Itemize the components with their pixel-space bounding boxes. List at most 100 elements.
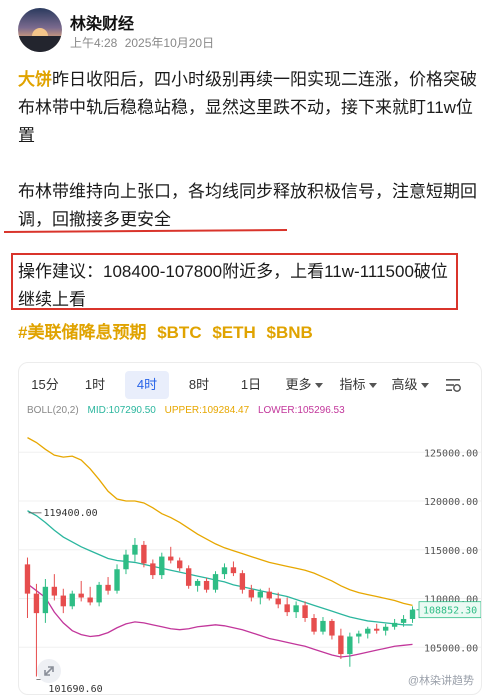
candlestick-chart[interactable]: 125000.00120000.00115000.00110000.001050…	[19, 423, 482, 695]
candle-body	[203, 580, 210, 590]
candle	[212, 571, 219, 593]
candle	[132, 538, 138, 562]
candle	[141, 540, 147, 568]
candle-body	[365, 628, 371, 634]
candle-body	[248, 589, 255, 598]
cashtag-bnb[interactable]: $BNB	[267, 323, 313, 342]
avatar[interactable]	[18, 8, 62, 52]
chevron-down-icon	[420, 383, 429, 389]
candle	[293, 601, 299, 618]
candle-body	[96, 584, 102, 603]
boll-upper-value: UPPER:109284.47	[164, 405, 250, 416]
boll-lower-value: LOWER:105296.53	[257, 405, 345, 416]
candle	[69, 590, 75, 610]
candle-body	[150, 563, 156, 576]
watermark: @林染讲趋势	[404, 672, 477, 688]
tab-indicators-label: 指标	[339, 377, 366, 392]
paragraph-1-text: 昨日收阳后，四小时级别再续一阳实现二连涨，价格突破布林带中轨后稳稳站稳，显然这里…	[18, 70, 477, 145]
candle	[96, 581, 102, 607]
expand-icon[interactable]	[37, 659, 61, 683]
chevron-down-icon	[368, 383, 377, 389]
candle	[284, 597, 290, 617]
trading-advice: 操作建议：108400-107800附近多，上看11w-111500破位继续上看	[18, 262, 448, 309]
tab-more-label: 更多	[285, 377, 312, 392]
post-header: 林染财经 上午4:28 2025年10月20日	[18, 8, 488, 54]
post-paragraph-2: 布林带维持向上张口，各均线同步释放积极信号，注意短期回调，回撤接多更安全	[18, 182, 477, 229]
price-annotations: 108852.30 119400.00 101690.60	[28, 508, 481, 695]
tab-8h[interactable]: 8时	[179, 371, 219, 399]
cashtag-eth[interactable]: $ETH	[212, 323, 255, 342]
tab-4h[interactable]: 4时	[125, 371, 169, 399]
candle-body	[374, 628, 380, 631]
hashtag-row: #美联储降息预期 $BTC $ETH $BNB	[18, 318, 319, 343]
candle	[159, 552, 165, 579]
tab-more[interactable]: 更多	[281, 371, 327, 399]
candle-body	[51, 586, 58, 596]
candle-body	[60, 595, 66, 607]
candle	[302, 601, 308, 622]
candle-body	[105, 584, 111, 591]
post-date: 2025年10月20日	[124, 36, 215, 50]
candle	[24, 557, 31, 618]
candle-body	[266, 591, 272, 599]
tab-indicators[interactable]: 指标	[335, 371, 381, 399]
candle-body	[302, 605, 308, 618]
candle-body	[87, 597, 93, 603]
candle	[391, 618, 398, 630]
chart-settings-icon[interactable]	[445, 377, 461, 393]
candle-body	[311, 618, 317, 632]
candle-body	[400, 618, 407, 623]
candle-body	[239, 573, 246, 590]
candle-body	[320, 620, 326, 632]
tab-advanced[interactable]: 高级	[387, 371, 433, 399]
candle-body	[194, 580, 201, 586]
price-tick-label: 115000.00	[424, 546, 478, 557]
candle	[150, 559, 156, 579]
candle-body	[69, 593, 75, 607]
candle	[365, 626, 371, 639]
candle	[87, 586, 93, 606]
candle-body	[24, 564, 31, 594]
candle	[329, 618, 335, 640]
high-price-label: 119400.00	[43, 508, 97, 519]
tab-15m[interactable]: 15分	[25, 371, 65, 399]
candle-body	[293, 605, 299, 613]
avatar-ground	[18, 36, 62, 52]
price-tick-label: 125000.00	[424, 448, 478, 459]
candle-body	[114, 569, 120, 591]
price-tick-label: 120000.00	[424, 497, 478, 508]
candle-body	[230, 567, 237, 574]
candle-body	[185, 568, 192, 586]
candle	[347, 632, 353, 667]
candles	[24, 538, 416, 677]
chevron-down-icon	[314, 383, 323, 389]
mid-band-line	[27, 510, 413, 626]
hashtag-fed-rate-cut[interactable]: #美联储降息预期	[18, 323, 146, 342]
tab-1h[interactable]: 1时	[75, 371, 115, 399]
price-axis: 125000.00120000.00115000.00110000.001050…	[424, 448, 478, 654]
candle-body	[284, 604, 290, 613]
cashtag-btc[interactable]: $BTC	[157, 323, 201, 342]
candle-body	[177, 560, 183, 569]
boll-indicator-values: BOLL(20,2) MID:107290.50 UPPER:109284.47…	[27, 405, 351, 416]
current-price-label: 108852.30	[423, 606, 477, 617]
candle-body	[78, 593, 84, 598]
tab-advanced-label: 高级	[391, 377, 418, 392]
upper-band-line	[27, 437, 413, 606]
candle-body	[338, 635, 344, 655]
post-timestamp: 上午4:28 2025年10月20日	[70, 34, 214, 51]
author-name[interactable]: 林染财经	[70, 10, 134, 34]
bollinger-bands	[27, 437, 413, 658]
candle-body	[221, 567, 228, 575]
low-price-label: 101690.60	[48, 684, 102, 695]
coin-nickname: 大饼	[18, 70, 52, 89]
candle	[374, 623, 380, 634]
candle	[239, 570, 246, 594]
candle-body	[212, 574, 219, 590]
candle-body	[132, 544, 138, 555]
candle-body	[42, 586, 49, 614]
candle-body	[141, 544, 147, 564]
candle-body	[391, 622, 398, 627]
candle	[123, 549, 129, 575]
tab-1d[interactable]: 1日	[231, 371, 271, 399]
